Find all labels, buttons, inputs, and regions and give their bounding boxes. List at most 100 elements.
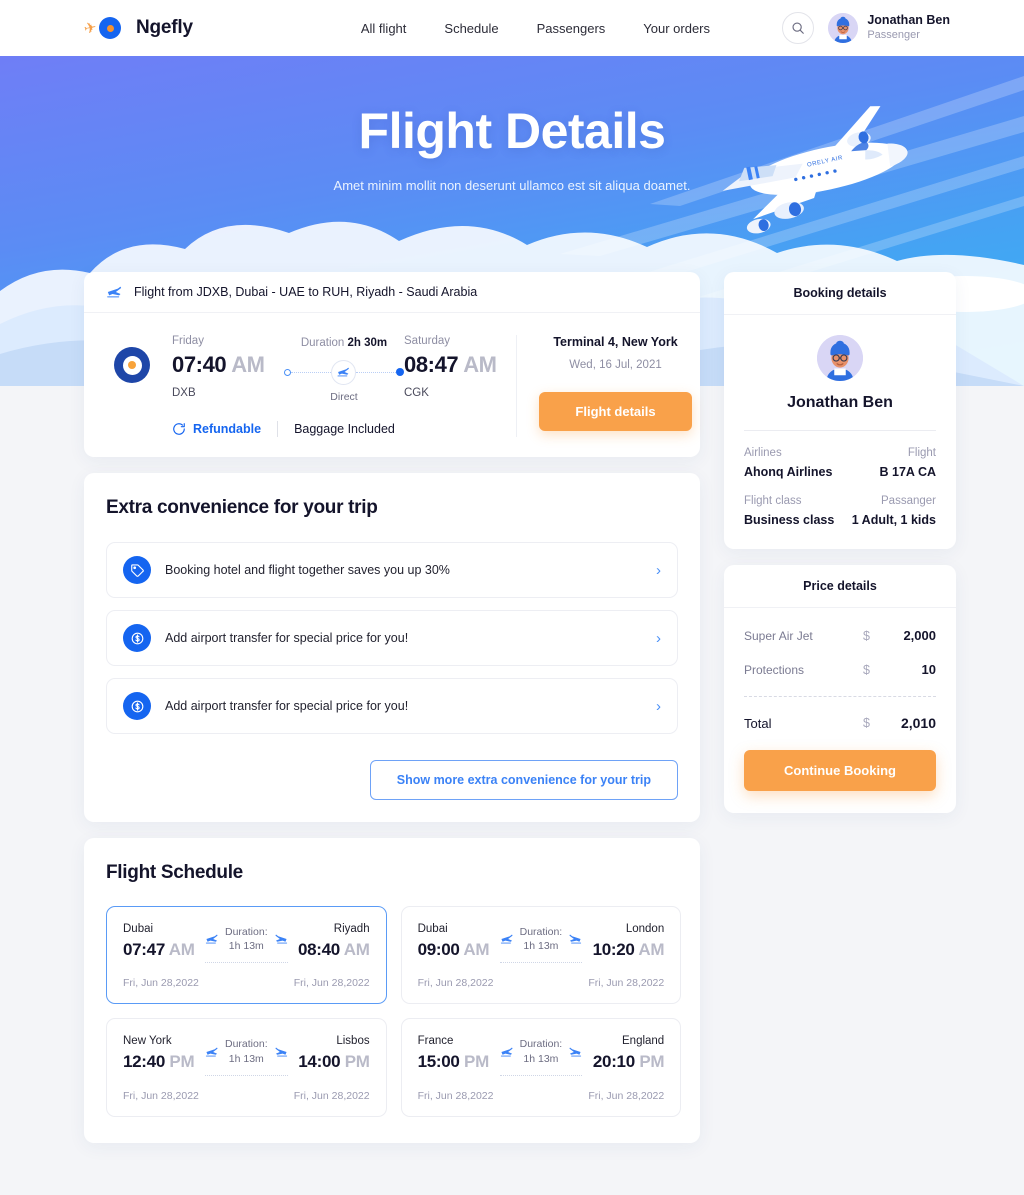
panel-spacer: [724, 549, 956, 565]
schedule-origin-date: Fri, Jun 28,2022: [123, 977, 199, 990]
nav-item-your-orders[interactable]: Your orders: [643, 21, 710, 36]
schedule-origin-meridiem: PM: [169, 1052, 195, 1072]
schedule-destination-date: Fri, Jun 28,2022: [588, 977, 665, 990]
flight-class-label: Flight class: [744, 495, 802, 507]
departure-time-value: 07:40: [172, 352, 227, 377]
dollar-coin-icon: [123, 692, 151, 720]
passenger-count-label: Passanger: [881, 495, 936, 507]
schedule-destination-city: Riyadh: [333, 923, 370, 935]
price-label: Protections: [744, 662, 805, 677]
user-menu[interactable]: Jonathan Ben Passenger: [828, 13, 950, 43]
extra-convenience-list: Booking hotel and flight together saves …: [106, 542, 678, 734]
schedule-destination: England 20:10 PM: [586, 1035, 665, 1072]
schedule-destination: Lisbos 14:00 PM: [292, 1035, 370, 1072]
schedule-card[interactable]: Dubai 09:00 AM Duration: 1h 13m London 1…: [400, 906, 682, 1005]
schedule-duration-label: Duration:: [519, 926, 563, 938]
price-currency: $: [863, 628, 870, 643]
schedule-card[interactable]: France 15:00 PM Duration: 1h 13m England…: [400, 1018, 682, 1117]
extra-item-airport-transfer-1[interactable]: Add airport transfer for special price f…: [106, 610, 678, 666]
schedule-duration-text: Duration: 1h 13m: [225, 925, 268, 953]
flight-summary-main: Friday 07:40 AM DXB Duration 2h 30m Dire…: [106, 335, 516, 437]
schedule-origin-city: Dubai: [123, 923, 154, 935]
duration-value: 2h 30m: [347, 337, 388, 349]
search-button[interactable]: [782, 12, 815, 44]
arrival-meridiem: AM: [463, 352, 497, 377]
tag-icon-glyph: [130, 563, 144, 577]
duration-label: Duration: [300, 337, 345, 349]
schedule-destination-time-value: 08:40: [297, 940, 340, 959]
schedule-card-dates: Fri, Jun 28,2022 Fri, Jun 28,2022: [123, 977, 370, 989]
chevron-right-icon: ›: [656, 561, 661, 579]
booking-details-title: Booking details: [724, 272, 956, 315]
extra-convenience-title: Extra convenience for your trip: [106, 497, 378, 518]
flight-schedule-card: Flight Schedule Dubai 07:47 AM Duration:…: [84, 838, 700, 1143]
plane-depart-icon: [205, 934, 218, 944]
page-root: ✈ Ngefly All flight Schedule Passengers …: [0, 0, 1024, 1195]
extra-item-label: Add airport transfer for special price f…: [165, 699, 409, 713]
nav-item-all-flight[interactable]: All flight: [361, 21, 407, 36]
origin-dot-icon: [284, 368, 291, 376]
extra-item-label: Add airport transfer for special price f…: [165, 631, 409, 645]
schedule-card-dates: Fri, Jun 28,2022 Fri, Jun 28,2022: [418, 977, 665, 989]
nav-item-passengers[interactable]: Passengers: [537, 21, 606, 36]
price-value: 2,000: [903, 628, 936, 643]
price-details-panel: Price details Super Air Jet $ 2,000 Prot…: [724, 565, 956, 813]
flight-amenities-row: Refundable Baggage Included: [172, 421, 516, 437]
schedule-origin-meridiem: PM: [464, 1052, 489, 1072]
schedule-duration-label: Duration:: [225, 1038, 268, 1051]
total-label: Total: [744, 715, 772, 731]
total-value: 2,010: [900, 715, 936, 731]
schedule-destination-meridiem: PM: [639, 1052, 665, 1072]
arrival-airport-code: CGK: [404, 387, 429, 399]
extra-convenience-card: Extra convenience for your trip Booking …: [84, 473, 700, 822]
schedule-origin-date: Fri, Jun 28,2022: [417, 1089, 494, 1102]
schedule-origin: Dubai 07:47 AM: [123, 923, 201, 960]
schedule-destination-time-value: 14:00: [298, 1052, 341, 1072]
schedule-origin-time-value: 12:40: [123, 1052, 165, 1072]
show-more-button[interactable]: Show more extra convenience for your tri…: [369, 760, 678, 800]
price-currency: $: [863, 662, 870, 677]
nav-item-schedule[interactable]: Schedule: [444, 21, 498, 36]
schedule-destination-time-value: 10:20: [592, 940, 635, 959]
extra-item-label: Booking hotel and flight together saves …: [165, 563, 450, 577]
arrival-segment: Saturday 08:47 AM CGK: [404, 335, 516, 399]
baggage-label: Baggage Included: [294, 422, 395, 436]
brand-logo[interactable]: ✈ Ngefly: [82, 14, 193, 42]
schedule-duration-text: Duration: 1h 13m: [520, 1037, 563, 1065]
schedule-origin-time-value: 15:00: [417, 1052, 460, 1072]
schedule-dash-line: [499, 1074, 583, 1076]
continue-booking-button[interactable]: Continue Booking: [744, 750, 936, 791]
schedule-origin-date: Fri, Jun 28,2022: [123, 1089, 199, 1102]
schedule-duration-block: Duration: 1h 13m: [201, 923, 292, 964]
stops-label: Direct: [330, 391, 358, 403]
dollar-coin-icon-glyph: [131, 632, 143, 644]
schedule-card-top: France 15:00 PM Duration: 1h 13m England…: [418, 1035, 665, 1076]
flight-route-header: Flight from JDXB, Dubai - UAE to RUH, Ri…: [84, 272, 700, 313]
plane-depart-icon: [500, 1047, 513, 1057]
right-column: Booking details Jonathan Ben Airlines Fl…: [724, 272, 956, 813]
user-name: Jonathan Ben: [867, 13, 950, 28]
flight-date: Wed, 16 Jul, 2021: [569, 359, 662, 371]
refund-icon: [173, 423, 185, 435]
schedule-origin-time: 15:00 PM: [418, 1052, 496, 1072]
extra-item-airport-transfer-2[interactable]: Add airport transfer for special price f…: [106, 678, 678, 734]
extra-item-hotel-bundle[interactable]: Booking hotel and flight together saves …: [106, 542, 678, 598]
schedule-duration-value: 1h 13m: [228, 940, 264, 953]
schedule-card-top: Dubai 07:47 AM Duration: 1h 13m Riyadh 0…: [123, 923, 370, 964]
schedule-origin-time-value: 07:47: [123, 940, 165, 959]
brand-name: Ngefly: [136, 17, 193, 38]
schedule-origin-city: Dubai: [417, 923, 448, 935]
page-subtitle: Amet minim mollit non deserunt ullamco e…: [333, 178, 691, 193]
schedule-card[interactable]: Dubai 07:47 AM Duration: 1h 13m Riyadh 0…: [106, 906, 387, 1005]
schedule-duration-label: Duration:: [519, 1038, 563, 1051]
header-actions: Jonathan Ben Passenger: [782, 12, 950, 44]
airlines-flight-values: Ahonq Airlines B 17A CA: [744, 459, 936, 479]
flight-details-button[interactable]: Flight details: [539, 392, 692, 431]
schedule-card[interactable]: New York 12:40 PM Duration: 1h 13m Lisbo…: [106, 1018, 387, 1117]
schedule-dash-line: [205, 962, 288, 964]
class-passenger-values: Business class 1 Adult, 1 kids: [744, 507, 936, 527]
refundable-badge: Refundable: [172, 422, 261, 436]
schedule-destination-date: Fri, Jun 28,2022: [293, 977, 370, 990]
logo-dot-icon: [106, 24, 114, 32]
airlines-value: Ahonq Airlines: [744, 465, 833, 479]
